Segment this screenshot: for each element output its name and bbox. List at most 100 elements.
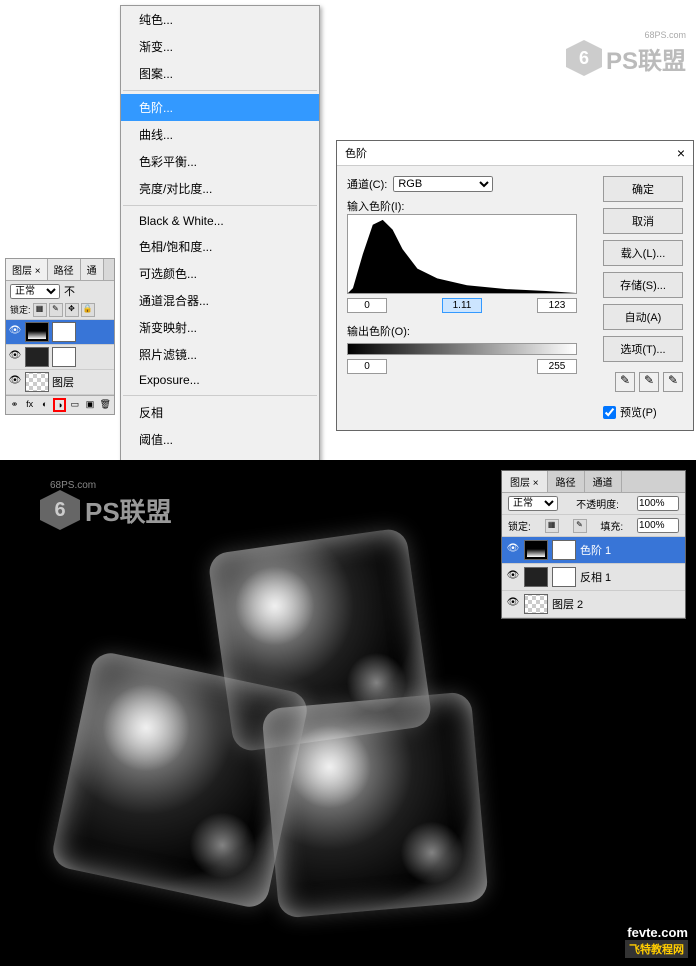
input-black[interactable] bbox=[347, 298, 387, 313]
menu-invert[interactable]: 反相 bbox=[121, 399, 319, 426]
tab-paths[interactable]: 路径 bbox=[548, 471, 585, 492]
load-button[interactable]: 载入(L)... bbox=[603, 240, 683, 266]
watermark-brand-2: PS联盟 bbox=[85, 492, 172, 529]
layer-thumb bbox=[25, 347, 49, 367]
dialog-title: 色阶 bbox=[345, 145, 367, 161]
opacity-label: 不透明度: bbox=[576, 496, 619, 511]
result-image-area: 68PS.com 6 PS联盟 图层 × 路径 通道 正常 不透明度: 锁定: … bbox=[0, 460, 696, 966]
fx-icon[interactable]: fx bbox=[23, 398, 36, 412]
visibility-icon[interactable]: 👁 bbox=[8, 375, 22, 389]
layer-name: 色阶 1 bbox=[580, 542, 611, 558]
lock-transparent-icon[interactable]: ▦ bbox=[545, 519, 559, 533]
layer-bitmap-2[interactable]: 👁 图层 2 bbox=[502, 591, 685, 618]
visibility-icon[interactable]: 👁 bbox=[8, 325, 22, 339]
tab-channels[interactable]: 通道 bbox=[585, 471, 622, 492]
watermark-brand: PS联盟 bbox=[606, 41, 686, 76]
panel-tabs: 图层 × 路径 通 bbox=[6, 259, 114, 281]
mask-icon[interactable]: ◐ bbox=[38, 398, 51, 412]
options-button[interactable]: 选项(T)... bbox=[603, 336, 683, 362]
auto-button[interactable]: 自动(A) bbox=[603, 304, 683, 330]
ice-cube bbox=[261, 691, 489, 919]
menu-selective-color[interactable]: 可选颜色... bbox=[121, 260, 319, 287]
menu-hue-saturation[interactable]: 色相/饱和度... bbox=[121, 233, 319, 260]
lock-all-icon[interactable]: 🔒 bbox=[81, 303, 95, 317]
lock-move-icon[interactable]: ✥ bbox=[65, 303, 79, 317]
tab-layers[interactable]: 图层 × bbox=[6, 259, 48, 280]
visibility-icon[interactable]: 👁 bbox=[506, 570, 520, 584]
layer-thumb bbox=[25, 322, 49, 342]
output-levels-label: 输出色阶(O): bbox=[347, 323, 595, 339]
tab-paths[interactable]: 路径 bbox=[48, 259, 81, 280]
menu-curves[interactable]: 曲线... bbox=[121, 121, 319, 148]
eyedropper-black-icon[interactable]: ✎ bbox=[615, 372, 635, 392]
menu-solid-color[interactable]: 纯色... bbox=[121, 6, 319, 33]
menu-gradient-map[interactable]: 渐变映射... bbox=[121, 314, 319, 341]
layer-name: 反相 1 bbox=[580, 569, 611, 585]
layer-item-bitmap[interactable]: 👁 图层 bbox=[6, 370, 114, 395]
menu-black-white[interactable]: Black & White... bbox=[121, 209, 319, 233]
tab-layers[interactable]: 图层 × bbox=[502, 471, 548, 492]
layer-item-levels[interactable]: 👁 bbox=[6, 320, 114, 345]
layer-invert-1[interactable]: 👁 反相 1 bbox=[502, 564, 685, 591]
watermark-logo: 6 PS联盟 bbox=[566, 40, 686, 76]
blend-mode-select[interactable]: 正常 bbox=[508, 496, 558, 511]
watermark-url: 68PS.com bbox=[644, 30, 686, 40]
preview-label: 预览(P) bbox=[620, 404, 657, 420]
mask-thumb bbox=[52, 322, 76, 342]
menu-gradient[interactable]: 渐变... bbox=[121, 33, 319, 60]
eyedropper-white-icon[interactable]: ✎ bbox=[663, 372, 683, 392]
lock-transparent-icon[interactable]: ▦ bbox=[33, 303, 47, 317]
close-icon[interactable]: × bbox=[677, 145, 685, 161]
channel-label: 通道(C): bbox=[347, 176, 387, 192]
eyedropper-gray-icon[interactable]: ✎ bbox=[639, 372, 659, 392]
input-white[interactable] bbox=[537, 298, 577, 313]
fill-input[interactable] bbox=[637, 518, 679, 533]
new-layer-icon[interactable]: ▣ bbox=[83, 398, 96, 412]
trash-icon[interactable]: 🗑 bbox=[99, 398, 112, 412]
menu-threshold[interactable]: 阈值... bbox=[121, 426, 319, 453]
link-icon[interactable]: ⚭ bbox=[8, 398, 21, 412]
layer-name: 图层 2 bbox=[552, 596, 583, 612]
layer-item-invert[interactable]: 👁 bbox=[6, 345, 114, 370]
channel-select[interactable]: RGB bbox=[393, 176, 493, 192]
visibility-icon[interactable]: 👁 bbox=[506, 543, 520, 557]
tab-channels[interactable]: 通 bbox=[81, 259, 104, 280]
folder-icon[interactable]: ▭ bbox=[68, 398, 81, 412]
input-gamma[interactable] bbox=[442, 298, 482, 313]
levels-dialog: 色阶 × 通道(C): RGB 输入色阶(I): bbox=[336, 140, 694, 431]
output-gradient[interactable] bbox=[347, 343, 577, 355]
layer-levels-1[interactable]: 👁 色阶 1 bbox=[502, 537, 685, 564]
menu-color-balance[interactable]: 色彩平衡... bbox=[121, 148, 319, 175]
hex-icon: 6 bbox=[566, 40, 602, 76]
menu-pattern[interactable]: 图案... bbox=[121, 60, 319, 87]
save-button[interactable]: 存储(S)... bbox=[603, 272, 683, 298]
opacity-input[interactable] bbox=[637, 496, 679, 511]
lock-brush-icon[interactable]: ✎ bbox=[573, 519, 587, 533]
menu-separator bbox=[123, 90, 317, 91]
ice-cubes-image bbox=[60, 540, 500, 950]
menu-levels[interactable]: 色阶... bbox=[121, 94, 319, 121]
ok-button[interactable]: 确定 bbox=[603, 176, 683, 202]
menu-channel-mixer[interactable]: 通道混合器... bbox=[121, 287, 319, 314]
fill-label: 填充: bbox=[600, 518, 623, 533]
panel-bottom-bar: ⚭ fx ◐ ◑ ▭ ▣ 🗑 bbox=[6, 395, 114, 414]
menu-separator bbox=[123, 205, 317, 206]
output-black[interactable] bbox=[347, 359, 387, 374]
preview-checkbox[interactable] bbox=[603, 406, 616, 419]
adjustment-layer-menu: 纯色... 渐变... 图案... 色阶... 曲线... 色彩平衡... 亮度… bbox=[120, 5, 320, 481]
fevte-sub: 飞特教程网 bbox=[625, 940, 688, 958]
visibility-icon[interactable]: 👁 bbox=[506, 597, 520, 611]
blend-mode-select[interactable]: 正常 bbox=[10, 284, 60, 299]
cancel-button[interactable]: 取消 bbox=[603, 208, 683, 234]
histogram[interactable] bbox=[347, 214, 577, 294]
menu-exposure[interactable]: Exposure... bbox=[121, 368, 319, 392]
visibility-icon[interactable]: 👁 bbox=[8, 350, 22, 364]
fevte-watermark: fevte.com 飞特教程网 bbox=[625, 925, 688, 958]
layers-panel-bottom: 图层 × 路径 通道 正常 不透明度: 锁定: ▦ ✎ 填充: 👁 色阶 1 👁… bbox=[501, 470, 686, 619]
adjustment-layer-icon[interactable]: ◑ bbox=[53, 398, 66, 412]
layer-name: 图层 bbox=[52, 374, 74, 390]
menu-brightness-contrast[interactable]: 亮度/对比度... bbox=[121, 175, 319, 202]
lock-brush-icon[interactable]: ✎ bbox=[49, 303, 63, 317]
menu-photo-filter[interactable]: 照片滤镜... bbox=[121, 341, 319, 368]
output-white[interactable] bbox=[537, 359, 577, 374]
